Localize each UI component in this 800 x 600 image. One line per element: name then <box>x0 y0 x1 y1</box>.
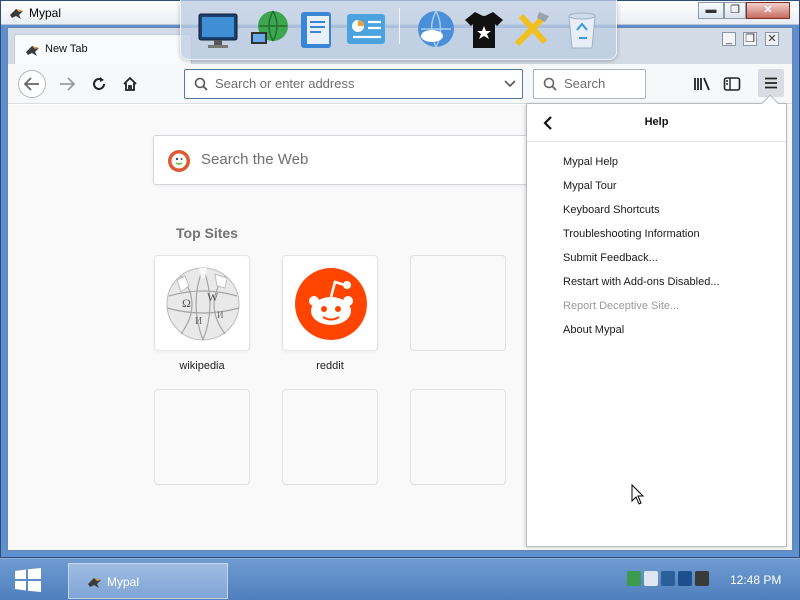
app-window: Mypal ▬ ❐ ✕ New Tab _ ❐ ✕ Search or ente… <box>0 0 800 558</box>
menu-item-mypal-help[interactable]: Mypal Help <box>563 152 618 172</box>
sidebar-button[interactable] <box>719 71 745 97</box>
close-button[interactable]: ✕ <box>746 2 790 19</box>
search-icon <box>194 77 208 91</box>
navigation-toolbar <box>8 64 792 104</box>
search-bar[interactable] <box>533 69 646 99</box>
tools-icon[interactable] <box>509 6 555 52</box>
taskbar-clock[interactable]: 12:48 PM <box>730 573 781 587</box>
empty-top-site[interactable] <box>282 389 378 485</box>
web-search-input[interactable] <box>201 151 501 168</box>
app-dock <box>180 0 617 60</box>
panel-header: Help <box>527 104 786 142</box>
tray-display-icon[interactable] <box>661 571 675 586</box>
sidebar-icon <box>723 77 741 91</box>
browser-restore-button[interactable]: ❐ <box>743 32 757 46</box>
mypal-icon <box>10 9 23 19</box>
browser-frame: New Tab _ ❐ ✕ Search or enter address Se… <box>7 27 793 551</box>
tray-volume-icon[interactable] <box>695 571 709 586</box>
tray-chart-icon[interactable] <box>678 571 692 586</box>
top-site-label: reddit <box>316 360 344 372</box>
computer-monitor-icon[interactable] <box>195 6 241 52</box>
taskbar-item-label: Mypal <box>107 575 140 589</box>
tray-device-icon[interactable] <box>644 571 658 586</box>
dock-separator <box>399 8 400 44</box>
reload-icon <box>93 77 105 90</box>
tab-new-tab[interactable]: New Tab <box>14 34 192 64</box>
address-input[interactable] <box>215 76 485 91</box>
system-tray <box>627 571 709 586</box>
back-arrow-icon <box>24 77 39 91</box>
minimize-button[interactable]: ▬ <box>698 2 724 19</box>
windows-start-icon[interactable] <box>12 568 44 592</box>
reload-button[interactable] <box>86 71 112 97</box>
home-button[interactable] <box>117 71 143 97</box>
weather-globe-icon[interactable] <box>413 6 459 52</box>
menu-item-about-mypal[interactable]: About Mypal <box>563 320 624 340</box>
svg-text:И: И <box>195 316 202 327</box>
empty-top-site[interactable] <box>410 255 506 351</box>
svg-text:И: И <box>217 310 224 320</box>
svg-text:W: W <box>207 290 219 304</box>
search-icon <box>543 77 557 91</box>
search-input[interactable] <box>564 76 642 91</box>
menu-item-restart-addons-disabled[interactable]: Restart with Add-ons Disabled... <box>563 272 720 292</box>
library-icon <box>694 77 710 91</box>
top-site-reddit[interactable] <box>282 255 378 351</box>
document-icon[interactable] <box>295 6 341 52</box>
forward-button[interactable] <box>54 71 80 97</box>
taskbar-item-mypal[interactable]: Mypal <box>68 563 228 599</box>
top-site-label: wikipedia <box>179 360 225 372</box>
open-menu-button[interactable] <box>758 69 784 97</box>
settings-panel-icon[interactable] <box>343 6 389 52</box>
duckduckgo-icon <box>168 150 190 172</box>
top-site-wikipedia[interactable]: Ω W И И <box>154 255 250 351</box>
hamburger-menu-icon <box>765 77 777 89</box>
chevron-down-icon[interactable] <box>504 78 516 88</box>
taskbar: Mypal 12:48 PM <box>0 558 800 600</box>
back-button[interactable] <box>18 70 46 98</box>
wikipedia-globe-icon: Ω W И И <box>166 267 240 341</box>
recycle-bin-icon[interactable] <box>559 6 605 52</box>
empty-top-site[interactable] <box>154 389 250 485</box>
web-search-box[interactable] <box>153 135 533 185</box>
library-button[interactable] <box>689 71 715 97</box>
empty-top-site[interactable] <box>410 389 506 485</box>
home-icon <box>123 76 137 91</box>
mouse-cursor-icon <box>631 484 645 505</box>
mypal-tab-icon <box>26 46 39 56</box>
window-title: Mypal <box>29 6 62 20</box>
menu-item-troubleshooting[interactable]: Troubleshooting Information <box>563 224 700 244</box>
network-globe-icon[interactable] <box>247 6 293 52</box>
tab-title: New Tab <box>45 43 88 55</box>
panel-title: Help <box>644 116 669 128</box>
menu-item-submit-feedback[interactable]: Submit Feedback... <box>563 248 658 268</box>
browser-minimize-button[interactable]: _ <box>722 32 736 46</box>
reddit-alien-icon <box>295 268 367 340</box>
tray-network-icon[interactable] <box>627 571 641 586</box>
browser-close-button[interactable]: ✕ <box>765 32 779 46</box>
menu-item-mypal-tour[interactable]: Mypal Tour <box>563 176 617 196</box>
maximize-button[interactable]: ❐ <box>724 2 746 19</box>
top-sites-heading: Top Sites <box>176 225 238 241</box>
svg-text:Ω: Ω <box>182 296 191 310</box>
forward-arrow-icon <box>60 77 75 91</box>
tshirt-icon[interactable] <box>461 6 507 52</box>
address-bar[interactable] <box>184 69 523 99</box>
menu-item-keyboard-shortcuts[interactable]: Keyboard Shortcuts <box>563 200 660 220</box>
mypal-icon <box>88 578 101 588</box>
help-menu-panel: Help Mypal Help Mypal Tour Keyboard Shor… <box>526 94 787 547</box>
menu-item-report-deceptive-site: Report Deceptive Site... <box>563 300 680 312</box>
